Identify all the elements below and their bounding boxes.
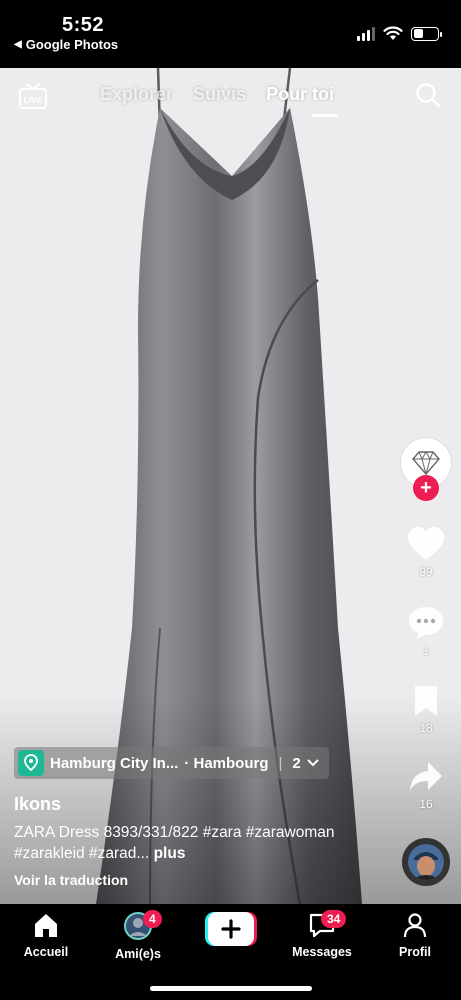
back-to-app-link[interactable]: ◀ Google Photos bbox=[14, 37, 118, 52]
active-tab-indicator bbox=[312, 114, 338, 117]
live-icon[interactable]: LIVE bbox=[18, 82, 48, 110]
clock: 5:52 bbox=[62, 14, 105, 36]
post-caption[interactable]: ZARA Dress 8393/331/822 #zara #zarawoman… bbox=[14, 822, 394, 864]
share-arrow-icon bbox=[410, 762, 442, 791]
nav-messages-label: Messages bbox=[292, 945, 352, 959]
sound-avatar[interactable] bbox=[402, 838, 450, 886]
tab-suivis[interactable]: Suivis bbox=[193, 84, 246, 105]
save-button[interactable]: 18 bbox=[401, 684, 451, 735]
bookmark-icon bbox=[415, 686, 437, 716]
diamond-icon bbox=[412, 450, 440, 476]
nav-profile-label: Profil bbox=[399, 945, 431, 959]
profile-icon bbox=[403, 913, 427, 938]
search-icon[interactable] bbox=[415, 82, 441, 108]
save-count: 18 bbox=[419, 721, 433, 735]
nav-friends-label: Ami(e)s bbox=[115, 947, 161, 961]
heart-icon bbox=[408, 527, 444, 560]
share-count: 16 bbox=[419, 797, 433, 811]
home-icon bbox=[35, 914, 57, 937]
status-bar: 5:52 ◀ Google Photos bbox=[0, 0, 461, 68]
location-city: · Hambourg bbox=[184, 754, 269, 772]
back-arrow-icon: ◀ bbox=[14, 39, 22, 50]
live-label: LIVE bbox=[24, 95, 43, 105]
cellular-signal-icon bbox=[357, 26, 375, 41]
nav-home-label: Accueil bbox=[23, 945, 69, 959]
home-indicator[interactable] bbox=[150, 986, 312, 991]
see-translation-link[interactable]: Voir la traduction bbox=[14, 872, 128, 888]
nav-home[interactable]: Accueil bbox=[11, 912, 81, 959]
messages-badge: 34 bbox=[321, 910, 347, 928]
location-separator: | bbox=[278, 754, 283, 772]
tab-explorer[interactable]: Explorer bbox=[100, 84, 173, 105]
location-pin-icon bbox=[18, 750, 44, 776]
like-count: 99 bbox=[419, 565, 433, 579]
nav-friends[interactable]: Ami(e)s 4 bbox=[103, 910, 173, 961]
wifi-icon bbox=[383, 26, 403, 40]
chevron-down-icon bbox=[307, 759, 319, 767]
creator-face-icon bbox=[408, 844, 444, 880]
battery-icon bbox=[411, 26, 442, 41]
tab-pour-toi[interactable]: Pour toi bbox=[266, 84, 334, 105]
system-icons bbox=[357, 26, 442, 41]
location-chip[interactable]: Hamburg City In... · Hambourg | 2 bbox=[14, 747, 329, 779]
back-app-label: Google Photos bbox=[25, 37, 119, 52]
location-count: 2 bbox=[292, 754, 301, 772]
creator-username[interactable]: Ikons bbox=[14, 794, 61, 815]
follow-plus-button[interactable]: + bbox=[413, 475, 439, 501]
location-name: Hamburg City In... bbox=[50, 754, 179, 772]
friends-badge: 4 bbox=[143, 910, 162, 928]
comment-icon bbox=[409, 607, 443, 639]
nav-profile[interactable]: Profil bbox=[380, 912, 450, 959]
like-button[interactable]: 99 bbox=[401, 526, 451, 579]
feed-tabs: Explorer Suivis Pour toi bbox=[100, 84, 334, 105]
comment-button[interactable]: 1 bbox=[401, 605, 451, 658]
caption-more-link[interactable]: plus bbox=[154, 845, 186, 862]
create-plus-button[interactable] bbox=[205, 912, 257, 946]
nav-messages[interactable]: Messages 34 bbox=[287, 910, 357, 959]
comment-count: 1 bbox=[422, 644, 430, 658]
share-button[interactable]: 16 bbox=[401, 760, 451, 811]
